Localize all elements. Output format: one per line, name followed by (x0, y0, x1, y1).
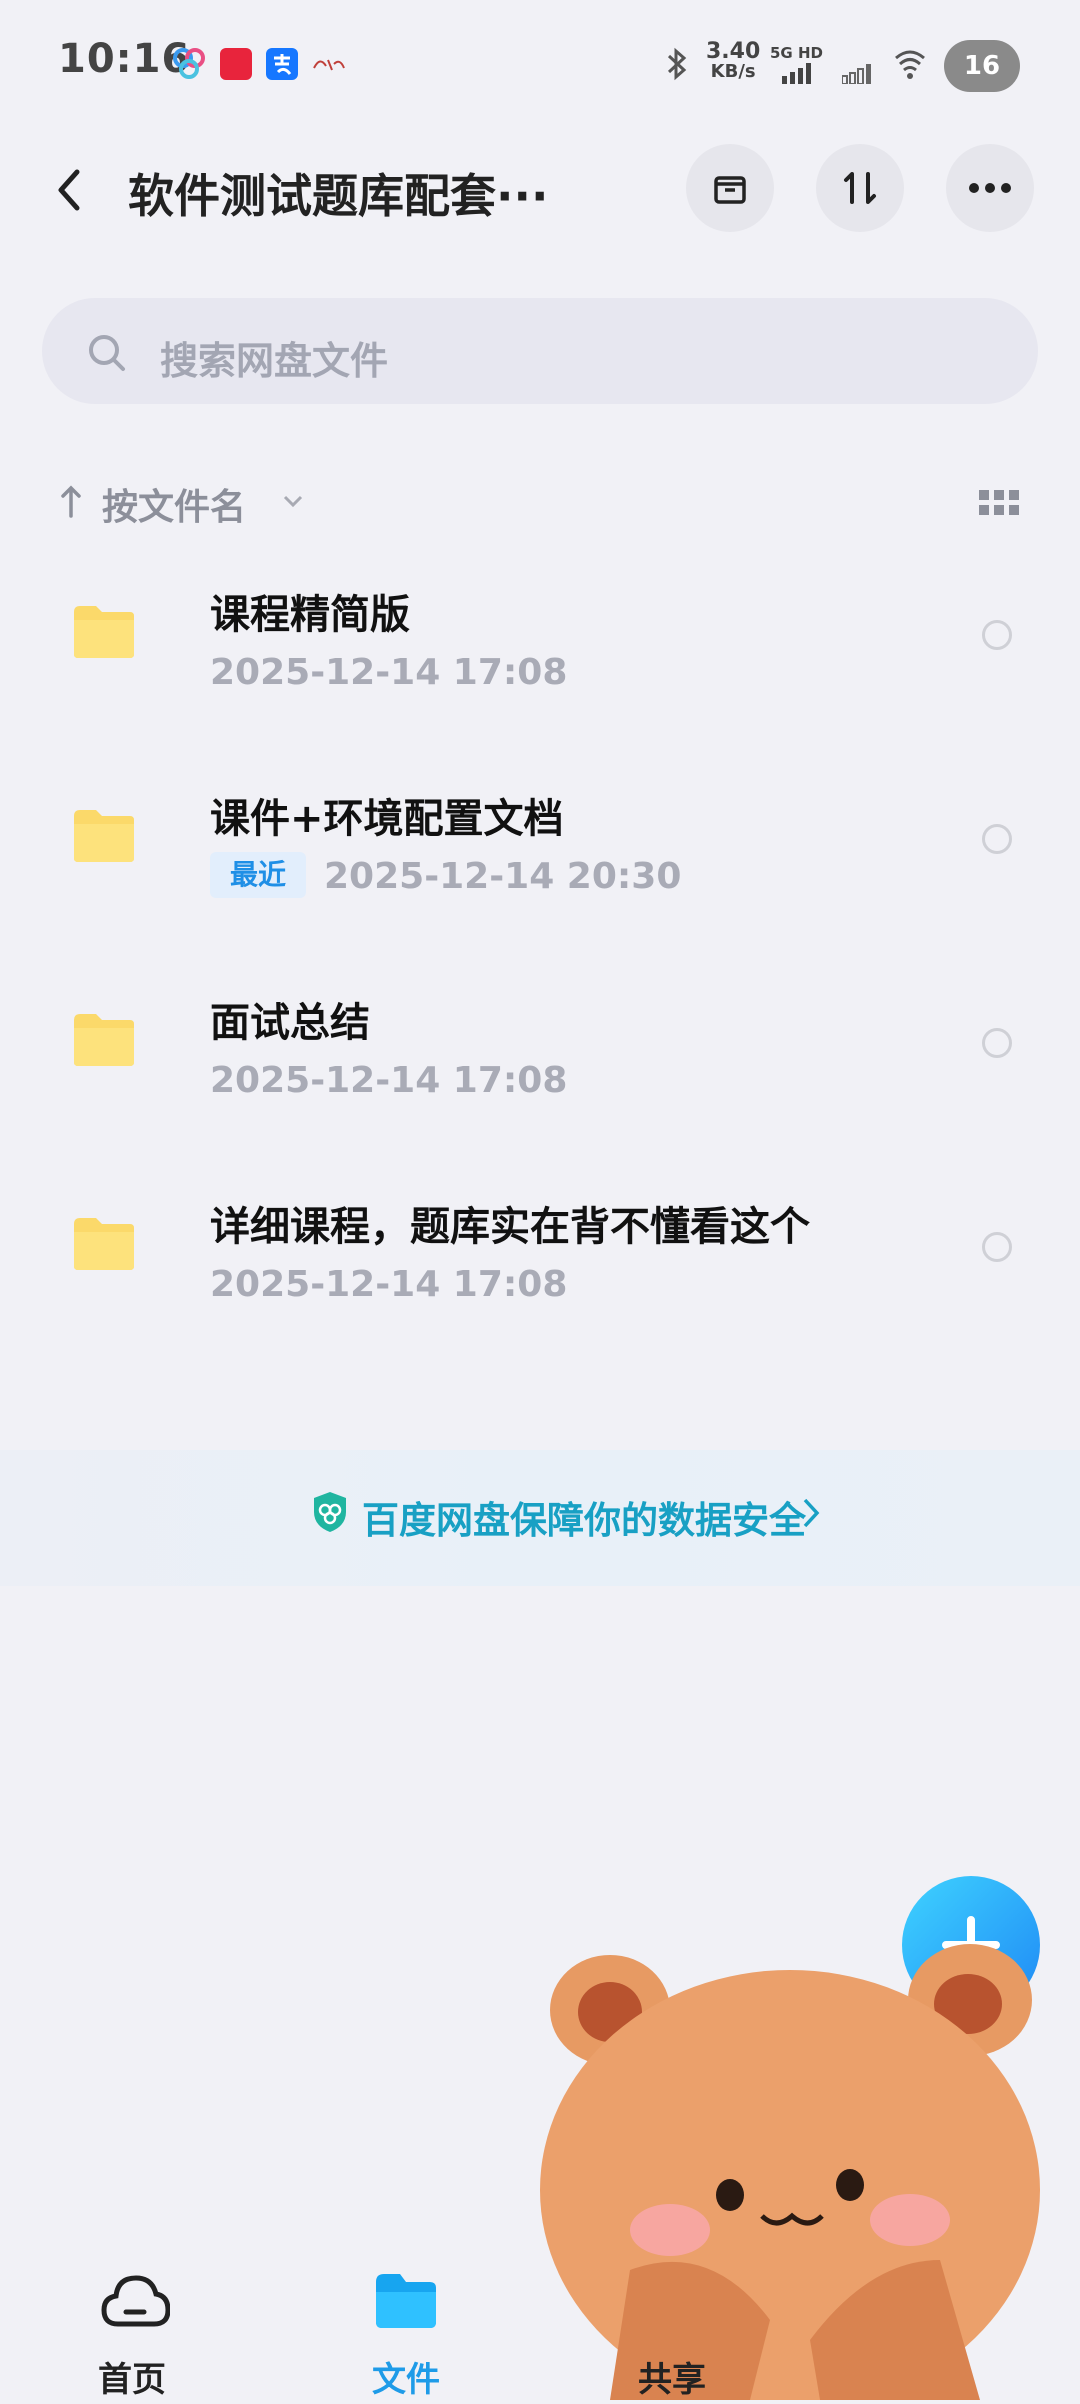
news-app-icon (312, 52, 346, 74)
more-button[interactable] (946, 144, 1034, 232)
recent-badge: 最近 (210, 852, 306, 898)
sort-by-name[interactable]: 按文件名 (102, 478, 246, 530)
net-speed-value: 3.40 (706, 39, 761, 64)
file-name: 面试总结 (210, 1000, 370, 1046)
net-speed: 3.40 KB/s (706, 39, 761, 82)
security-banner-text: 百度网盘保障你的数据安全 (362, 1499, 806, 1542)
chevron-right-icon (800, 1496, 822, 1530)
file-row[interactable] (0, 938, 1080, 1142)
net-speed-unit: KB/s (710, 61, 756, 82)
file-select-radio[interactable] (982, 620, 1012, 650)
nav-label-share: 共享 (638, 2360, 706, 2400)
file-select-radio[interactable] (982, 1232, 1012, 1262)
nav-label-home: 首页 (98, 2360, 166, 2400)
more-dots-icon (969, 183, 1011, 193)
search-input[interactable]: 搜索网盘文件 (160, 330, 388, 385)
search-icon (86, 332, 128, 374)
sort-direction-icon (58, 482, 84, 520)
file-select-radio[interactable] (982, 824, 1012, 854)
folder-icon (72, 1216, 136, 1272)
bluetooth-icon (662, 46, 692, 82)
file-name: 课件+环境配置文档 (210, 796, 564, 842)
shield-icon (310, 1490, 350, 1534)
nav-item-files[interactable]: 文件 (340, 2268, 470, 2400)
file-date: 2025-12-14 17:08 (210, 1060, 568, 1101)
sort-toggle-button[interactable] (816, 144, 904, 232)
archive-button[interactable] (686, 144, 774, 232)
page-title: 软件测试题库配套··· (128, 169, 549, 223)
archive-icon (714, 176, 746, 204)
cloud-icon (101, 2275, 170, 2327)
back-arrow-icon (58, 169, 80, 211)
file-date: 2025-12-14 17:08 (210, 652, 568, 693)
sort-arrows-icon (844, 172, 876, 204)
alipay-app-icon (266, 48, 298, 80)
nav-item-share[interactable]: 共享 (610, 2268, 740, 2400)
wifi-icon (892, 46, 932, 82)
signal-bars-icon (782, 62, 818, 84)
file-date: 2025-12-14 17:08 (210, 1264, 568, 1305)
nav-item-home[interactable]: 首页 (70, 2268, 200, 2400)
grid-view-button[interactable] (978, 488, 1020, 518)
battery-indicator: 16 (944, 40, 1020, 92)
grid-icon (979, 490, 1019, 515)
signal-bars-secondary-icon (841, 62, 878, 85)
nav-label-files: 文件 (372, 2360, 440, 2400)
back-button[interactable] (40, 150, 100, 230)
folder-icon (72, 604, 136, 660)
signal-5g-label: 5G HD (770, 44, 823, 62)
file-select-radio[interactable] (982, 1028, 1012, 1058)
bear-sticker-image (510, 1940, 1080, 2404)
chevron-down-icon (282, 492, 304, 510)
baidu-app-icon (172, 46, 206, 80)
file-date: 2025-12-14 20:30 (324, 856, 682, 897)
file-name: 课程精简版 (210, 592, 410, 638)
status-time: 10:16 (58, 36, 191, 82)
file-name: 详细课程，题库实在背不懂看这个 (210, 1204, 810, 1250)
folder-icon (376, 2274, 436, 2328)
folder-icon (72, 1012, 136, 1068)
file-row[interactable] (0, 530, 1080, 734)
xiaohongshu-app-icon (220, 48, 252, 80)
folder-icon (72, 808, 136, 864)
